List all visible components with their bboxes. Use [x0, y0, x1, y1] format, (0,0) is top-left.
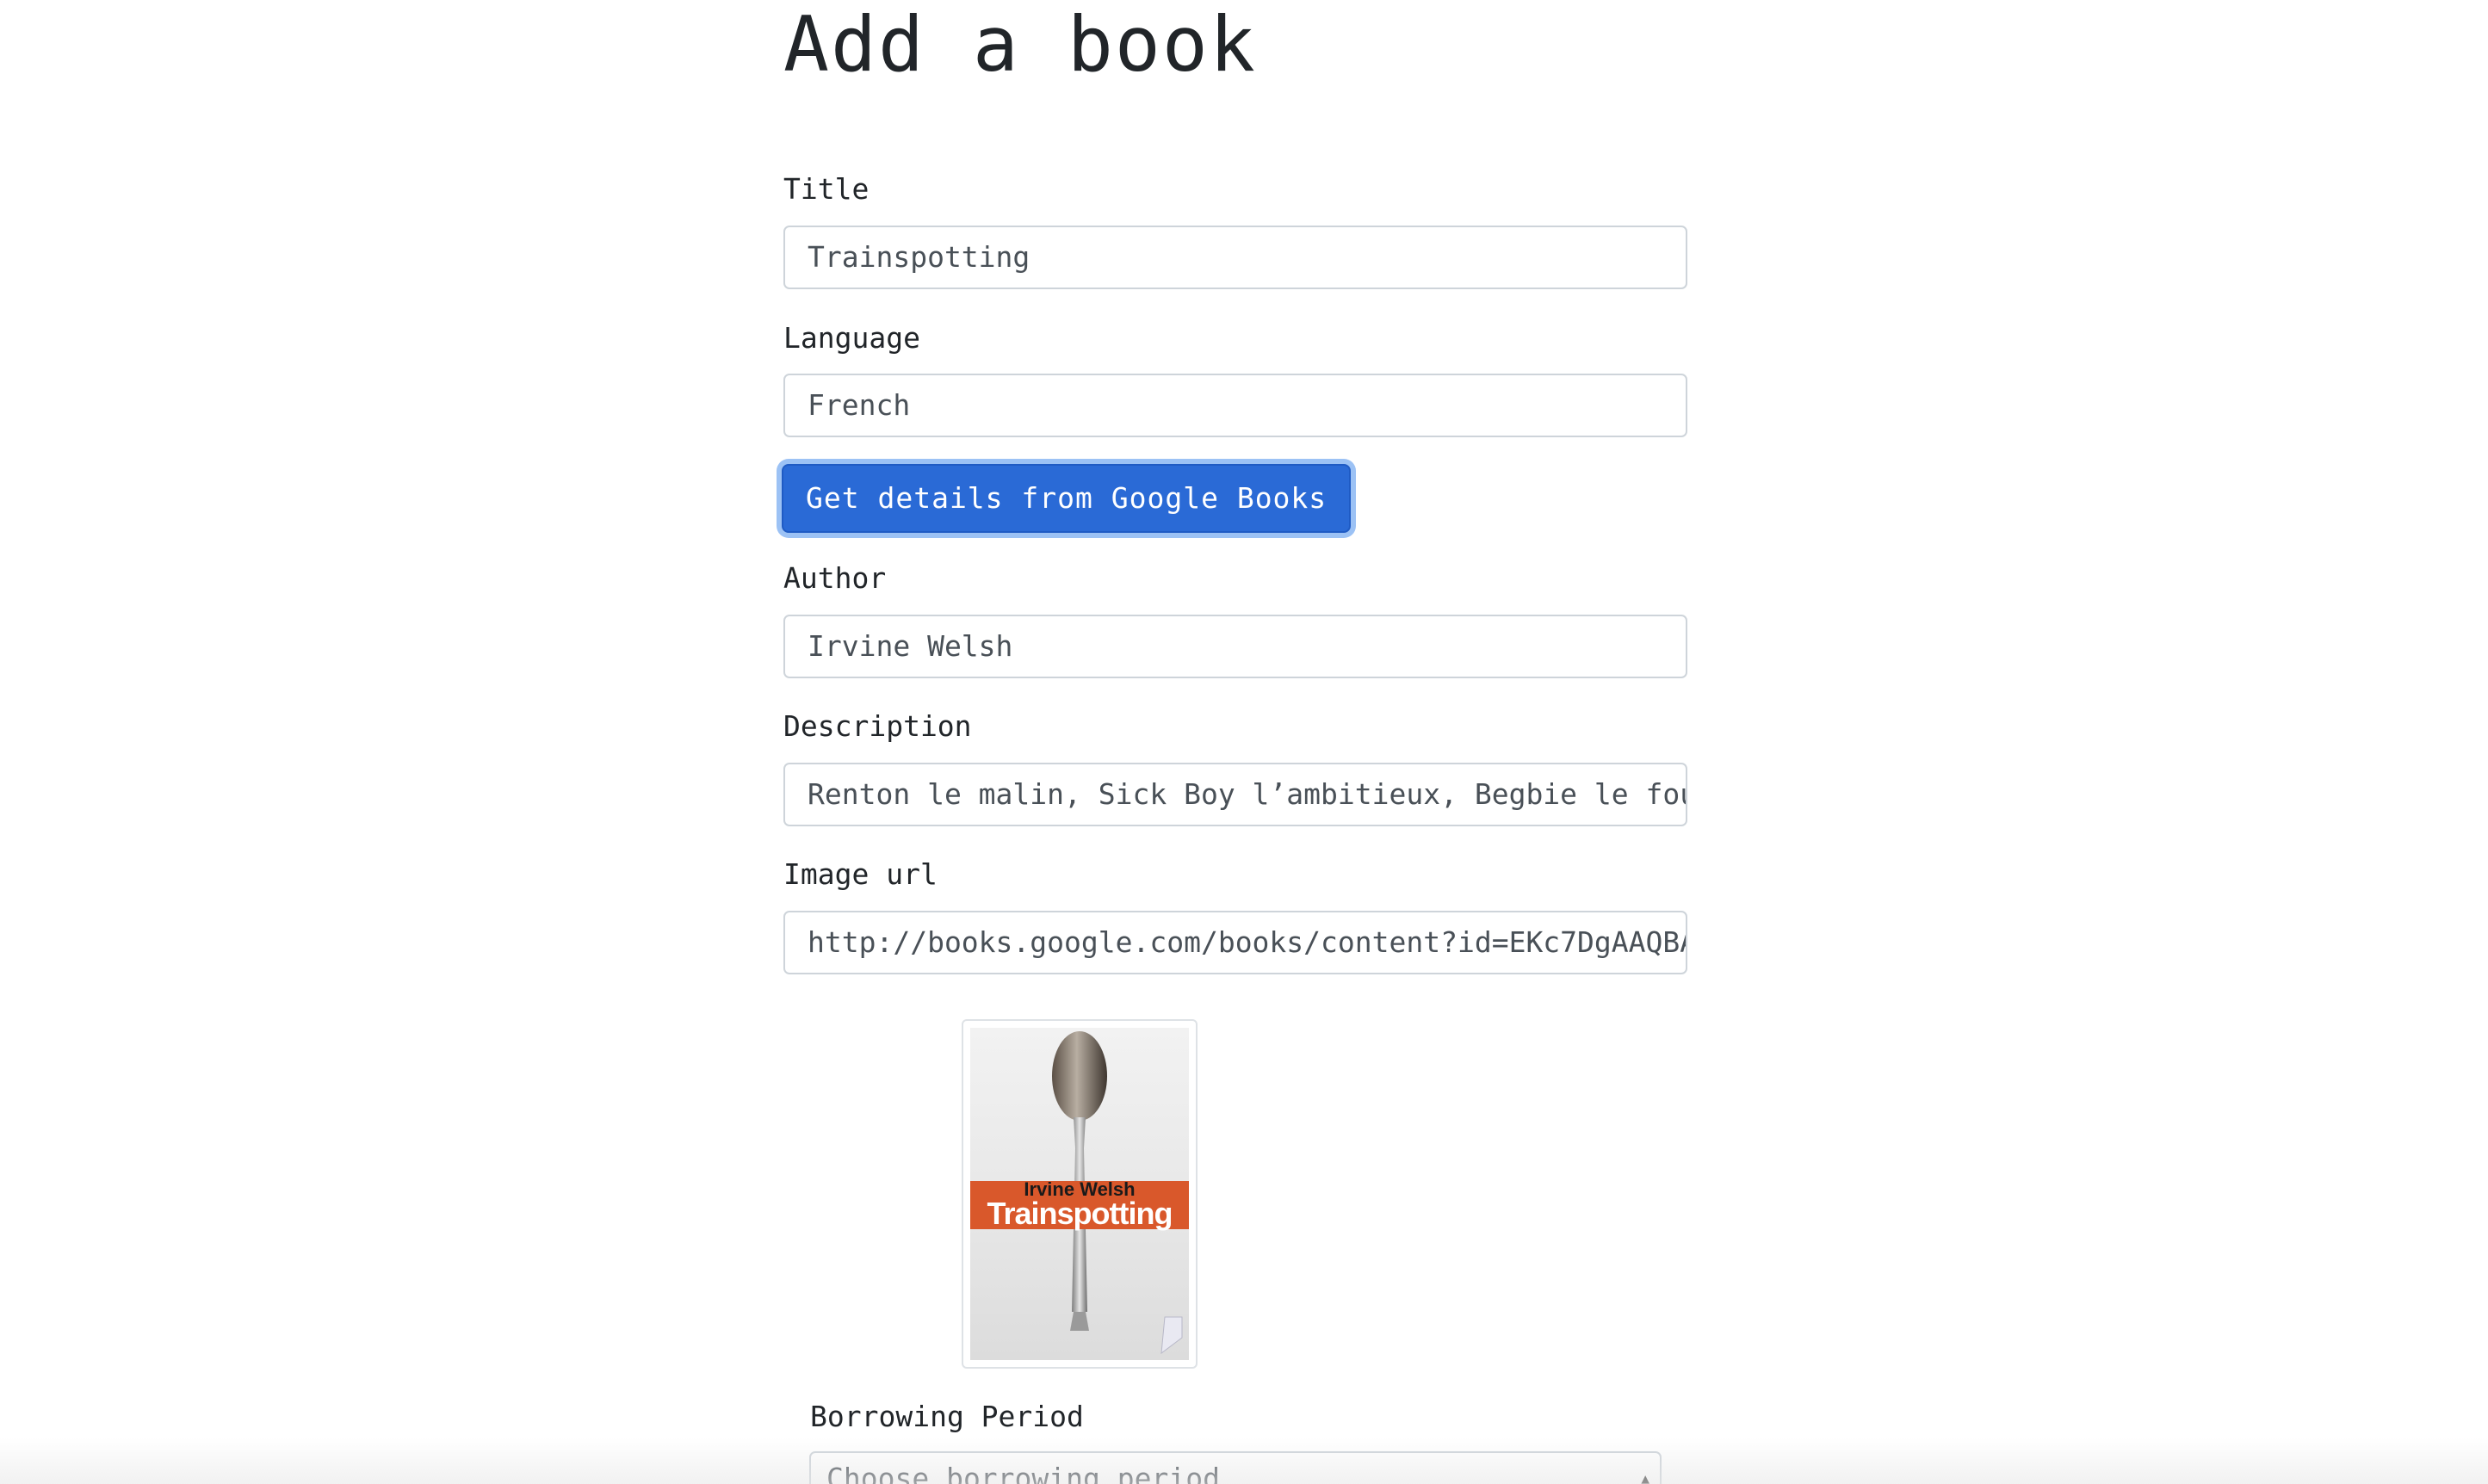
borrowing-period-label: Borrowing Period: [810, 1400, 1084, 1433]
language-label: Language: [783, 321, 920, 355]
language-input[interactable]: French: [783, 374, 1687, 437]
cover-title-text: Trainspotting: [987, 1196, 1173, 1231]
description-label: Description: [783, 709, 972, 743]
borrowing-period-selected: Choose borrowing period: [826, 1462, 1220, 1484]
title-input[interactable]: Trainspotting: [783, 226, 1687, 289]
page-title: Add a book: [783, 0, 1257, 89]
google-books-button[interactable]: Get details from Google Books: [782, 464, 1352, 533]
title-label: Title: [783, 172, 870, 206]
add-book-page: Add a book Title Trainspotting Language …: [0, 0, 2488, 1484]
image-url-label: Image url: [783, 857, 938, 891]
author-input[interactable]: Irvine Welsh: [783, 615, 1687, 678]
author-label: Author: [783, 561, 887, 595]
book-cover-image: Irvine Welsh Trainspotting: [970, 1028, 1189, 1360]
book-cover-thumbnail: Irvine Welsh Trainspotting: [962, 1019, 1198, 1369]
description-input[interactable]: Renton le malin, Sick Boy l’ambitieux, B…: [783, 763, 1687, 826]
image-url-input[interactable]: http://books.google.com/books/content?id…: [783, 911, 1687, 974]
borrowing-period-select[interactable]: Choose borrowing period ▲: [809, 1451, 1662, 1484]
select-arrow-icon: ▲: [1641, 1470, 1649, 1484]
